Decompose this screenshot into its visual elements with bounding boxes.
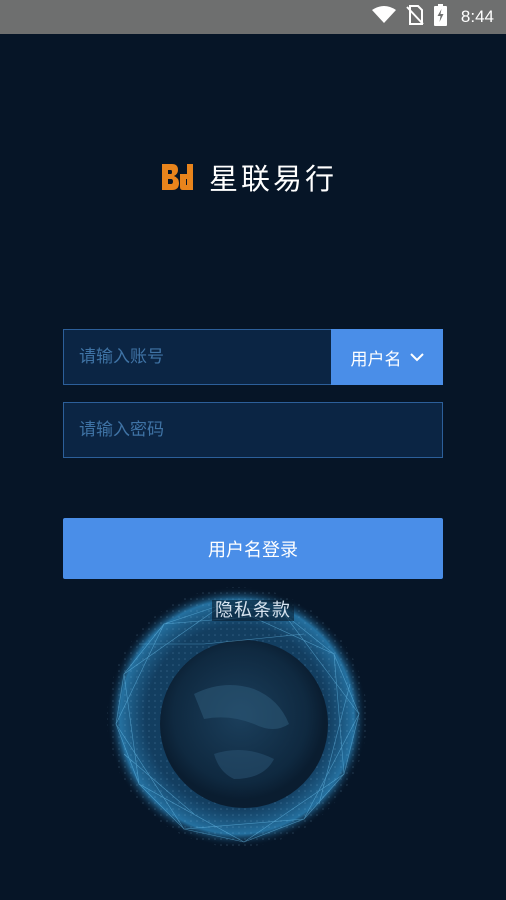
- brand-logo-icon: [159, 162, 195, 196]
- privacy-policy-link[interactable]: 隐私条款: [0, 596, 506, 622]
- login-screen: 星联易行 用户名 用户名登录: [0, 34, 506, 900]
- status-time: 8:44: [460, 7, 494, 26]
- password-row: [63, 402, 443, 458]
- globe-graphic: [104, 584, 370, 850]
- account-input[interactable]: [64, 329, 331, 385]
- battery-charging-icon: [433, 4, 447, 30]
- login-type-dropdown[interactable]: 用户名: [331, 329, 443, 385]
- account-row: 用户名: [63, 329, 443, 385]
- chevron-down-icon: [409, 347, 424, 367]
- wifi-icon: [371, 6, 396, 28]
- status-bar: 8:44: [0, 0, 506, 34]
- privacy-policy-label: 隐私条款: [212, 600, 294, 621]
- brand-name: 星联易行: [209, 162, 338, 196]
- login-type-label: 用户名: [350, 349, 402, 370]
- password-input[interactable]: [64, 402, 442, 458]
- no-sim-icon: [406, 5, 424, 29]
- brand-logo: 星联易行: [159, 162, 337, 196]
- login-button[interactable]: 用户名登录: [63, 518, 443, 579]
